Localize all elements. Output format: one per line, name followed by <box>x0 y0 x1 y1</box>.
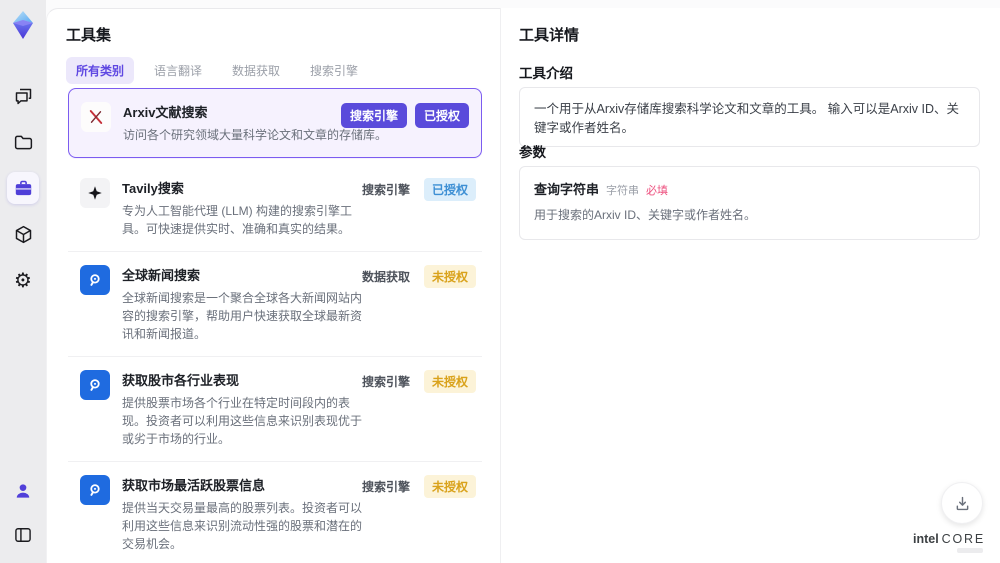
param-type: 字符串 <box>606 185 640 197</box>
chat-icon <box>15 88 31 104</box>
intro-heading: 工具介绍 <box>519 66 573 81</box>
tab-all-categories[interactable]: 所有类别 <box>66 57 135 84</box>
auth-badge: 未授权 <box>423 265 476 288</box>
details-panel: 工具详情 工具介绍 一个用于从Arxiv存储库搜索科学论文和文章的工具。 输入可… <box>500 8 1000 563</box>
auth-badge: 未授权 <box>423 370 476 393</box>
tool-title: Arxiv文献搜索 <box>123 105 208 120</box>
intro-box: 一个用于从Arxiv存储库搜索科学论文和文章的工具。 输入可以是Arxiv ID… <box>519 87 980 147</box>
sidebar-item-files[interactable] <box>7 126 39 158</box>
param-required-flag: 必填 <box>646 185 669 197</box>
sidebar-item-collapse-panel[interactable] <box>7 519 39 551</box>
sidebar-item-packages[interactable] <box>7 218 39 250</box>
news-search-icon <box>80 475 110 505</box>
auth-badge: 已授权 <box>423 178 476 201</box>
sidebar-item-toolset[interactable] <box>7 172 39 204</box>
param-box: 查询字符串 字符串 必填 用于搜索的Arxiv ID、关键字或作者姓名。 <box>519 166 980 240</box>
auth-badge: 未授权 <box>423 475 476 498</box>
page-title: 工具集 <box>66 27 112 44</box>
briefcase-icon <box>15 180 31 195</box>
param-name: 查询字符串 <box>534 182 600 197</box>
intro-text: 一个用于从Arxiv存储库搜索科学论文和文章的工具。 输入可以是Arxiv ID… <box>534 102 960 135</box>
tool-desc: 提供当天交易量最高的股票列表。投资者可以利用这些信息来识别流动性强的股票和潜在的… <box>122 501 363 551</box>
params-heading: 参数 <box>519 145 546 160</box>
download-button[interactable] <box>941 482 983 524</box>
user-icon <box>16 484 30 498</box>
tab-search-engine[interactable]: 搜索引擎 <box>300 57 368 84</box>
tool-card-arxiv[interactable]: Arxiv文献搜索 访问各个研究领域大量科学论文和文章的存储库。 搜索引擎 已授… <box>68 88 482 158</box>
tool-list: Arxiv文献搜索 访问各个研究领域大量科学论文和文章的存储库。 搜索引擎 已授… <box>68 88 482 563</box>
category-label: 搜索引擎 <box>361 480 410 494</box>
tab-data-fetch[interactable]: 数据获取 <box>222 57 290 84</box>
tools-panel: 工具集 所有类别 语言翻译 数据获取 搜索引擎 Arxiv文献搜索 访问各个研究… <box>46 8 500 563</box>
intel-logo-text: intel <box>912 532 939 546</box>
gear-icon: ⚙ <box>14 268 32 292</box>
sidebar-item-profile[interactable] <box>7 475 39 507</box>
cube-icon <box>15 225 31 243</box>
news-search-icon <box>80 370 110 400</box>
category-label: 数据获取 <box>361 270 410 284</box>
tool-desc: 全球新闻搜索是一个聚合全球各大新闻网站内容的搜索引擎，帮助用户快速获取全球最新资… <box>122 291 363 341</box>
tool-card-sector-performance[interactable]: 获取股市各行业表现 提供股票市场各个行业在特定时间段内的表现。投资者可以利用这些… <box>68 357 482 462</box>
tool-card-most-active-stocks[interactable]: 获取市场最活跃股票信息 提供当天交易量最高的股票列表。投资者可以利用这些信息来识… <box>68 462 482 563</box>
sidebar-item-chat[interactable] <box>7 80 39 112</box>
category-tabs: 所有类别 语言翻译 数据获取 搜索引擎 <box>66 57 368 84</box>
sidebar-item-settings[interactable]: ⚙ <box>7 264 39 296</box>
core-logo-text: core <box>941 532 985 546</box>
panel-icon <box>15 528 31 542</box>
tool-desc: 专为人工智能代理 (LLM) 构建的搜索引擎工具。可快速提供实时、准确和真实的结… <box>122 204 353 236</box>
tool-card-global-news[interactable]: 全球新闻搜索 全球新闻搜索是一个聚合全球各大新闻网站内容的搜索引擎，帮助用户快速… <box>68 252 482 357</box>
tool-title: Tavily搜索 <box>122 181 184 196</box>
param-desc: 用于搜索的Arxiv ID、关键字或作者姓名。 <box>534 208 757 222</box>
intel-core-logo: intel core <box>913 532 985 553</box>
category-badge: 搜索引擎 <box>340 103 407 128</box>
tool-desc: 访问各个研究领域大量科学论文和文章的存储库。 <box>123 128 388 142</box>
auth-badge: 已授权 <box>414 103 469 128</box>
tool-title: 获取股市各行业表现 <box>122 373 240 388</box>
tool-title: 获取市场最活跃股票信息 <box>122 478 266 493</box>
tool-card-tavily[interactable]: Tavily搜索 专为人工智能代理 (LLM) 构建的搜索引擎工具。可快速提供实… <box>68 165 482 252</box>
logo-sub-bar <box>957 548 983 553</box>
tool-title: 全球新闻搜索 <box>122 268 201 283</box>
details-title: 工具详情 <box>519 27 580 44</box>
folder-icon <box>14 135 32 149</box>
category-label: 搜索引擎 <box>361 375 410 389</box>
tool-desc: 提供股票市场各个行业在特定时间段内的表现。投资者可以利用这些信息来识别表现优于或… <box>122 396 363 446</box>
download-icon <box>956 496 968 510</box>
news-search-icon <box>80 265 110 295</box>
arxiv-icon <box>81 102 111 132</box>
app-logo <box>6 8 40 42</box>
category-label: 搜索引擎 <box>361 183 410 197</box>
left-rail: ⚙ <box>0 0 46 563</box>
sparkle-icon <box>80 178 110 208</box>
tab-language-translation[interactable]: 语言翻译 <box>144 57 212 84</box>
